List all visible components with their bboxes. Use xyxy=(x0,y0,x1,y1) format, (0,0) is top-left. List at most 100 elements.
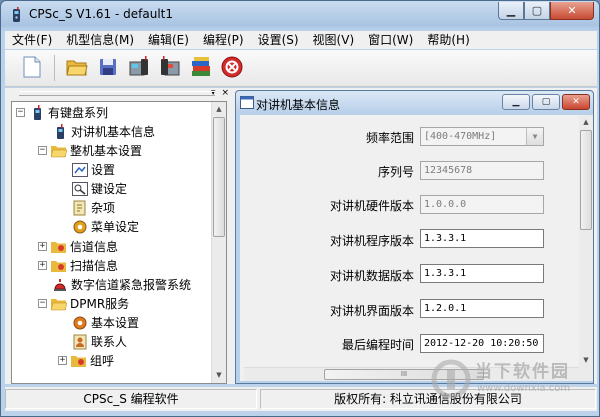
scroll-up-arrow-icon[interactable]: ▲ xyxy=(212,102,226,117)
tree-expander[interactable]: − xyxy=(38,299,47,308)
tree-item-label: 设置 xyxy=(91,163,116,177)
menu-settings[interactable]: 设置(S) xyxy=(251,31,306,49)
save-button[interactable] xyxy=(95,55,121,81)
write-radio-icon xyxy=(159,55,181,81)
tree-expander[interactable]: + xyxy=(38,261,47,270)
tree-item-group-call[interactable]: + 组呼 xyxy=(58,351,114,370)
scroll-thumb[interactable] xyxy=(580,130,592,230)
channel-icon xyxy=(51,239,67,255)
child-maximize-button[interactable]: ▢ xyxy=(532,94,560,110)
main-window: CPSc_S V1.61 - default1 ▁ ▢ ✕ 文件(F) 机型信息… xyxy=(0,0,600,417)
tree-panel-grip[interactable] xyxy=(19,91,215,96)
tree-item-device-settings[interactable]: − 整机基本设置 xyxy=(38,141,142,160)
alarm-icon xyxy=(52,277,68,293)
menu-model-info[interactable]: 机型信息(M) xyxy=(59,31,141,49)
folder-open-icon xyxy=(51,296,67,312)
child-minimize-button[interactable]: ▁ xyxy=(502,94,530,110)
close-button[interactable]: ✕ xyxy=(550,2,594,20)
frequency-range-select[interactable]: [400-470MHz] ▼ xyxy=(420,127,544,146)
data-version-label: 对讲机数据版本 xyxy=(329,269,414,283)
tree-item-contacts[interactable]: 联系人 xyxy=(72,332,127,351)
scroll-down-arrow-icon[interactable]: ▼ xyxy=(579,353,593,368)
scan-icon xyxy=(51,258,67,274)
new-document-icon xyxy=(23,56,41,81)
tree-expander[interactable]: + xyxy=(58,356,67,365)
tree-item-key-settings[interactable]: 键设定 xyxy=(72,179,127,198)
tree-item-keyboard-series[interactable]: − 有键盘系列 xyxy=(16,103,108,122)
hardware-version-field[interactable]: 1.0.0.0 xyxy=(420,195,544,214)
tree-item-label: 基本设置 xyxy=(91,316,140,330)
child-close-button[interactable]: ✕ xyxy=(562,94,590,110)
stop-icon xyxy=(221,56,243,81)
contacts-icon xyxy=(72,334,88,350)
child-vertical-scrollbar[interactable]: ▲ ▼ xyxy=(579,115,593,381)
minimize-button[interactable]: ▁ xyxy=(498,2,524,20)
tree-item-label: 对讲机基本信息 xyxy=(71,125,156,139)
stop-button[interactable] xyxy=(219,55,245,81)
folder-open-icon xyxy=(51,143,67,159)
data-version-field[interactable]: 1.3.3.1 xyxy=(420,264,544,283)
radio-info-child-window: 对讲机基本信息 ▁ ▢ ✕ 频率范围 [400-470MHz] ▼ 序列号 12… xyxy=(235,90,594,384)
open-folder-icon xyxy=(66,58,88,79)
hscroll-thumb[interactable]: III xyxy=(324,369,484,380)
tree-item-label: 整机基本设置 xyxy=(70,144,143,158)
scroll-up-arrow-icon[interactable]: ▲ xyxy=(579,115,593,130)
tree-close-button[interactable]: × xyxy=(221,89,229,98)
menu-window[interactable]: 窗口(W) xyxy=(361,31,420,49)
tree-item-channel-info[interactable]: + 信道信息 xyxy=(38,237,118,256)
new-button[interactable] xyxy=(19,55,45,81)
navigation-tree: − 有键盘系列 对讲机基本信息 − 整机基本设置 设置 键设定 杂项 菜单设定 … xyxy=(11,101,227,384)
tree-vertical-scrollbar[interactable]: ▲ ▼ xyxy=(211,102,226,383)
program-version-field[interactable]: 1.3.3.1 xyxy=(420,229,544,248)
ui-version-field[interactable]: 1.2.0.1 xyxy=(420,299,544,318)
tree-expander[interactable]: − xyxy=(38,146,47,155)
tree-item-label: DPMR服务 xyxy=(70,297,130,311)
ui-version-label: 对讲机界面版本 xyxy=(329,304,414,318)
tree-item-menu-settings[interactable]: 菜单设定 xyxy=(72,217,139,236)
tree-item-label: 信道信息 xyxy=(70,240,119,254)
tree-item-misc[interactable]: 杂项 xyxy=(72,198,115,217)
scroll-thumb[interactable] xyxy=(213,117,225,237)
menu-edit[interactable]: 编辑(E) xyxy=(141,31,196,49)
menu-file[interactable]: 文件(F) xyxy=(5,31,59,49)
serial-number-field[interactable]: 12345678 xyxy=(420,161,544,180)
read-radio-button[interactable] xyxy=(126,55,152,81)
tree-item-radio-basic-info[interactable]: 对讲机基本信息 xyxy=(52,122,155,141)
books-icon xyxy=(190,56,212,81)
tree-item-settings[interactable]: 设置 xyxy=(72,160,115,179)
tree-item-label: 组呼 xyxy=(90,354,115,368)
write-radio-button[interactable] xyxy=(157,55,183,81)
caption-buttons: ▁ ▢ ✕ xyxy=(498,2,594,20)
tree-item-label: 联系人 xyxy=(91,335,128,349)
maximize-button[interactable]: ▢ xyxy=(524,2,550,20)
tree-item-label: 杂项 xyxy=(91,201,116,215)
tree-item-emergency-alarm[interactable]: 数字信道紧急报警系统 xyxy=(52,275,191,294)
books-button[interactable] xyxy=(188,55,214,81)
gear-icon xyxy=(72,219,88,235)
open-button[interactable] xyxy=(64,55,90,81)
tree-item-label: 有键盘系列 xyxy=(48,106,109,120)
child-horizontal-scrollbar[interactable]: III xyxy=(244,367,581,381)
misc-icon xyxy=(72,200,88,216)
menu-view[interactable]: 视图(V) xyxy=(306,31,362,49)
child-caption-buttons: ▁ ▢ ✕ xyxy=(500,94,590,110)
title-bar[interactable]: CPSc_S V1.61 - default1 ▁ ▢ ✕ xyxy=(1,1,599,29)
gear-icon xyxy=(72,315,88,331)
tree-item-label: 键设定 xyxy=(91,182,128,196)
frequency-range-label: 频率范围 xyxy=(365,131,414,145)
scroll-down-arrow-icon[interactable]: ▼ xyxy=(212,368,226,383)
tree-item-dpmr-basic-settings[interactable]: 基本设置 xyxy=(72,313,139,332)
menu-program[interactable]: 编程(P) xyxy=(196,31,251,49)
last-program-time-field[interactable]: 2012-12-20 10:20:50 xyxy=(420,334,544,353)
menu-help[interactable]: 帮助(H) xyxy=(420,31,476,49)
tree-expander[interactable]: − xyxy=(16,108,25,117)
child-window-title: 对讲机基本信息 xyxy=(256,98,341,112)
tree-item-label: 扫描信息 xyxy=(70,259,119,273)
tree-expander[interactable]: + xyxy=(38,242,47,251)
app-radio-icon xyxy=(8,7,24,23)
radio-icon xyxy=(29,104,45,121)
tree-item-scan-info[interactable]: + 扫描信息 xyxy=(38,256,118,275)
group-call-icon xyxy=(71,353,87,369)
tree-item-dpmr-service[interactable]: − DPMR服务 xyxy=(38,294,129,313)
chevron-down-icon[interactable]: ▼ xyxy=(526,128,543,145)
